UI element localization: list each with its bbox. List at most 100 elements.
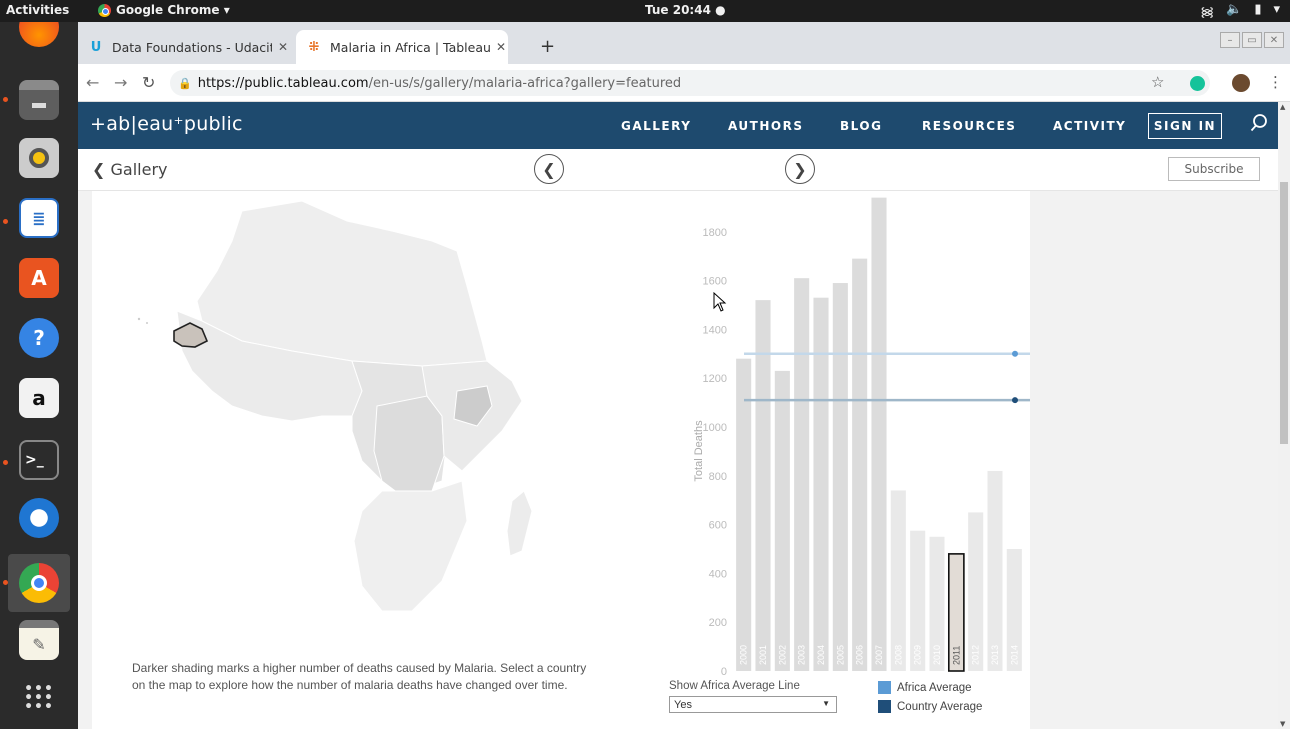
map-region-madagascar[interactable] (506, 490, 533, 557)
nav-authors[interactable]: AUTHORS (728, 119, 803, 133)
app-menu-label: Google Chrome ▾ (116, 3, 230, 17)
forward-arrow-icon[interactable]: → (114, 73, 127, 92)
back-to-gallery-link[interactable]: ❮ Gallery (92, 160, 167, 179)
address-bar[interactable]: 🔒 https://public.tableau.com/en-us/s/gal… (170, 70, 1210, 96)
average-line-select[interactable]: Yes ▼ (669, 696, 837, 713)
nav-gallery[interactable]: GALLERY (621, 119, 691, 133)
y-axis-label: Total Deaths (693, 420, 705, 482)
next-viz-button[interactable]: ❯ (785, 154, 815, 184)
minimize-icon[interactable]: – (1220, 32, 1240, 48)
y-axis: 0200400600800100012001400160018002000 (703, 227, 727, 678)
dock-writer[interactable]: ≣ (13, 192, 65, 244)
bar-2013[interactable] (987, 470, 1003, 671)
map-island-dot (146, 322, 148, 324)
bar-label: 2014 (1009, 645, 1019, 665)
search-icon[interactable] (1250, 114, 1268, 132)
tab-tableau[interactable]: ⁜ Malaria in Africa | Tableau Public ✕ (296, 30, 508, 64)
battery-icon: ▮ (1254, 2, 1262, 17)
system-clock[interactable]: Tue 20:44 ● (645, 3, 726, 17)
new-tab-button[interactable]: + (540, 36, 555, 57)
bar-label: 2001 (758, 645, 768, 665)
malaria-deaths-bar-chart[interactable]: 0 200 400 600 800 1000 1200 1400 1600 1800 2000 20… (592, 191, 1030, 681)
africa-map[interactable] (92, 191, 612, 641)
y-tick-label: 1200 (703, 373, 727, 385)
system-tray[interactable]: ᯼ 🔈 ▮ ▾ (1200, 2, 1280, 20)
previous-viz-button[interactable]: ❮ (534, 154, 564, 184)
bar-label: 2013 (990, 645, 1000, 665)
subscribe-button[interactable]: Subscribe (1168, 157, 1260, 181)
map-island-dot (137, 317, 141, 321)
legend-country-average[interactable]: Country Average (878, 700, 982, 713)
url-path: /en-us/s/gallery/malaria-africa?gallery=… (368, 75, 682, 91)
reference-line-marker[interactable] (1012, 397, 1018, 404)
average-line-control-label: Show Africa Average Line (669, 680, 800, 692)
y-tick-label: 1000 (703, 422, 727, 434)
maximize-icon[interactable]: ▭ (1242, 32, 1262, 48)
bar-label: 2004 (816, 645, 826, 665)
dock-firefox[interactable] (13, 22, 65, 52)
activities-button[interactable]: Activities (6, 3, 69, 17)
grammarly-icon[interactable] (1190, 76, 1205, 91)
scrollbar-thumb[interactable] (1280, 182, 1288, 444)
help-icon: ? (19, 318, 59, 358)
map-region-south[interactable] (353, 480, 468, 612)
window-controls: – ▭ ✕ (1220, 32, 1284, 48)
scroll-up-icon[interactable]: ▲ (1280, 103, 1285, 111)
bar-2007[interactable] (871, 197, 887, 671)
nav-blog[interactable]: BLOG (840, 119, 882, 133)
reference-line-marker[interactable] (1012, 350, 1018, 357)
nav-activity[interactable]: ACTIVITY (1053, 119, 1126, 133)
menu-icon[interactable]: ⋮ (1268, 73, 1283, 91)
sign-in-button[interactable]: SIGN IN (1148, 113, 1222, 139)
tableau-public-logo[interactable]: +ab|eau⁺public (90, 113, 243, 135)
dock-amazon[interactable]: a (13, 372, 65, 424)
dock-thunderbird[interactable] (13, 492, 65, 544)
viz-content: Darker shading marks a higher number of … (78, 191, 1278, 729)
reload-icon[interactable]: ↻ (142, 73, 155, 92)
dropdown-arrow-icon: ▼ (822, 699, 830, 708)
bar-2003[interactable] (794, 278, 810, 671)
bar-2001[interactable] (755, 300, 771, 671)
firefox-icon (19, 22, 59, 47)
legend-swatch (878, 681, 891, 694)
tab-udacity[interactable]: U Data Foundations - Udacity ✕ (78, 30, 290, 64)
app-menu[interactable]: Google Chrome ▾ (98, 3, 230, 17)
avatar[interactable] (1232, 74, 1250, 92)
bar-label: 2007 (874, 645, 884, 665)
tableau-icon: ⁜ (308, 39, 320, 55)
y-tick-label: 800 (709, 471, 727, 483)
dock-terminal[interactable]: >_ (13, 434, 65, 486)
bar-2002[interactable] (774, 370, 790, 671)
terminal-icon: >_ (19, 440, 59, 480)
close-icon[interactable]: ✕ (496, 40, 506, 54)
lock-icon: 🔒 (178, 76, 192, 90)
tab-strip: U Data Foundations - Udacity ✕ ⁜ Malaria… (78, 22, 1290, 64)
dock-files[interactable] (13, 74, 65, 126)
map-region-drc[interactable] (373, 395, 445, 497)
select-value: Yes (674, 698, 692, 711)
dock-software[interactable]: A (13, 252, 65, 304)
nav-resources[interactable]: RESOURCES (922, 119, 1016, 133)
udacity-icon: U (90, 39, 102, 55)
bar-2000[interactable] (736, 358, 752, 671)
dock-help[interactable]: ? (13, 312, 65, 364)
legend-africa-average[interactable]: Africa Average (878, 681, 972, 694)
tableau-viz: Darker shading marks a higher number of … (92, 191, 1030, 729)
dock-rhythmbox[interactable] (13, 132, 65, 184)
dock-show-apps[interactable]: ••• ••• ••• (13, 672, 65, 724)
bar-2008[interactable] (890, 490, 906, 671)
dock-chrome[interactable] (8, 554, 70, 612)
page-scrollbar[interactable]: ▲ ▼ (1278, 102, 1290, 729)
bar-2005[interactable] (832, 283, 848, 671)
browser-toolbar: ← → ↻ 🔒 https://public.tableau.com/en-us… (78, 64, 1290, 102)
legend-label: Africa Average (897, 681, 972, 694)
bar-2006[interactable] (852, 258, 868, 671)
close-icon[interactable]: ✕ (278, 40, 288, 54)
star-icon[interactable]: ☆ (1151, 73, 1164, 91)
close-window-icon[interactable]: ✕ (1264, 32, 1284, 48)
dock-text-editor[interactable]: ✎ (13, 614, 65, 666)
bars: 2000 2001 2002 2003 2004 2005 2006 2007 2008 2009… (736, 197, 1022, 672)
y-tick-label: 0 (721, 666, 727, 678)
back-arrow-icon[interactable]: ← (86, 73, 99, 92)
scroll-down-icon[interactable]: ▼ (1280, 720, 1285, 728)
